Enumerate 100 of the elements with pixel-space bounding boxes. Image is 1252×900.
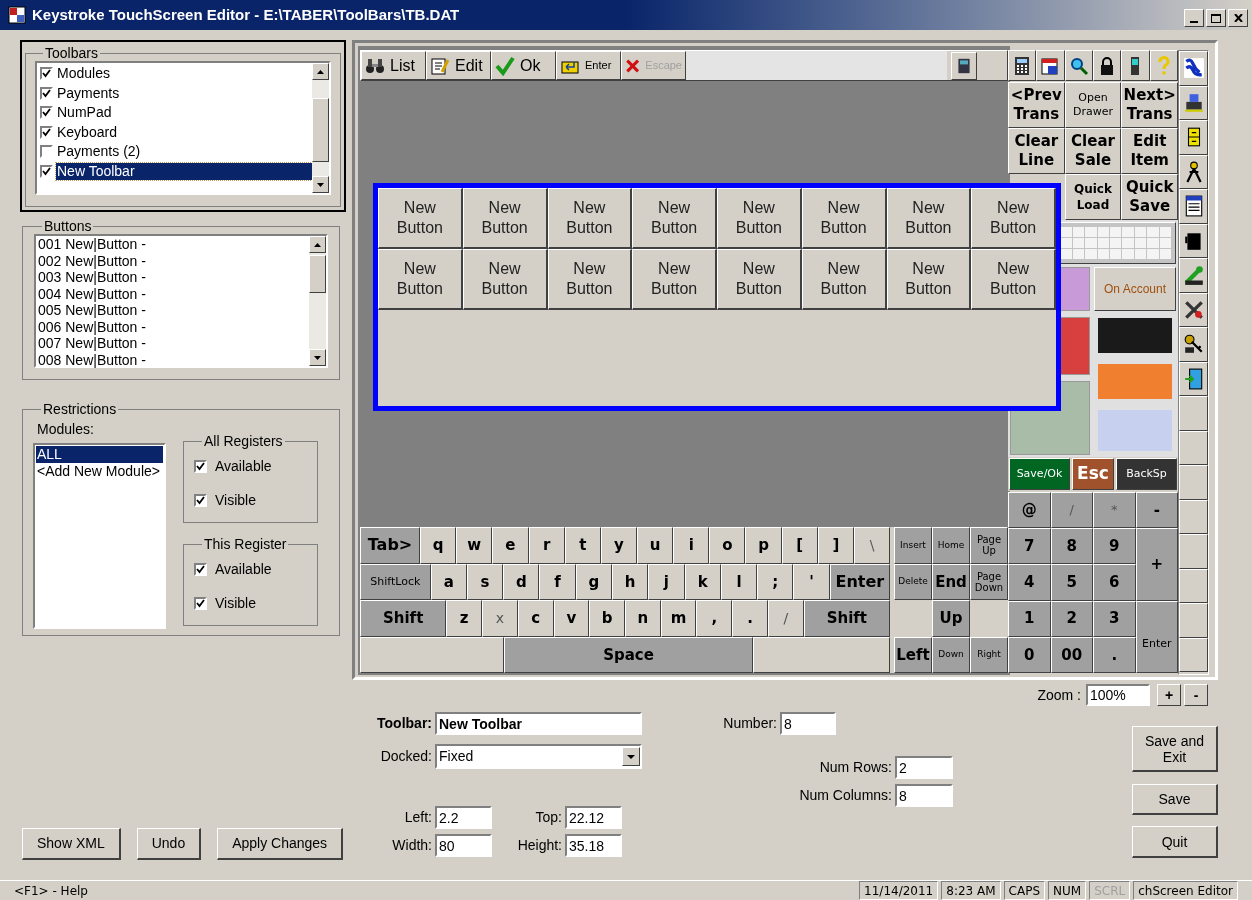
- list-item[interactable]: 004 New|Button -: [38, 285, 309, 302]
- navigation-key[interactable]: Delete: [894, 563, 932, 600]
- scroll-thumb[interactable]: [312, 98, 329, 162]
- keycap[interactable]: c: [517, 600, 554, 637]
- keycap[interactable]: m: [660, 600, 697, 637]
- navigation-key[interactable]: Down: [932, 636, 970, 673]
- navigation-key[interactable]: Right: [970, 636, 1008, 673]
- list-item[interactable]: 006 New|Button -: [38, 318, 309, 335]
- height-field[interactable]: 35.18: [565, 834, 622, 857]
- keycap[interactable]: o: [709, 527, 746, 564]
- numpad-key[interactable]: 3: [1093, 600, 1136, 637]
- phone-button[interactable]: [1121, 50, 1150, 81]
- side-icon-button[interactable]: [1179, 258, 1208, 293]
- side-icon-button[interactable]: [1179, 327, 1208, 362]
- close-button[interactable]: [1228, 9, 1248, 27]
- toolbar-item-button[interactable]: New Button: [717, 249, 802, 310]
- toolbar-item-button[interactable]: New Button: [462, 249, 548, 310]
- keycap[interactable]: v: [553, 600, 590, 637]
- width-field[interactable]: 80: [435, 834, 492, 857]
- padlock-button[interactable]: [1093, 50, 1122, 81]
- toolbar-button[interactable]: List: [361, 51, 426, 80]
- module-button[interactable]: Quick Save: [1121, 174, 1178, 220]
- scroll-down-button[interactable]: [309, 349, 326, 366]
- numpad-key[interactable]: -: [1135, 492, 1178, 529]
- list-item[interactable]: Payments: [56, 84, 312, 102]
- toolbar-name-field[interactable]: New Toolbar: [435, 712, 642, 735]
- docked-dropdown[interactable]: Fixed: [435, 744, 642, 769]
- keycap[interactable]: j: [648, 563, 685, 600]
- checkbox[interactable]: [194, 562, 207, 576]
- function-key[interactable]: BackSp: [1116, 458, 1177, 490]
- action-button[interactable]: Show XML: [22, 828, 121, 860]
- numpad-key[interactable]: .: [1093, 636, 1136, 673]
- function-key[interactable]: Save/Ok: [1009, 458, 1070, 490]
- toolbar-button[interactable]: Enter: [556, 51, 621, 80]
- side-icon-button[interactable]: [1179, 120, 1208, 155]
- numpad-key[interactable]: 00: [1050, 636, 1093, 673]
- help-button[interactable]: [1149, 50, 1178, 81]
- numpad-key[interactable]: 2: [1050, 600, 1093, 637]
- number-field[interactable]: 8: [780, 712, 836, 735]
- keycap[interactable]: b: [589, 600, 625, 637]
- scroll-up-button[interactable]: [309, 236, 326, 253]
- toolbar-item-button[interactable]: New Button: [971, 249, 1056, 310]
- toolbar-item-button[interactable]: New Button: [717, 188, 802, 249]
- module-button[interactable]: Clear Line: [1008, 128, 1065, 174]
- zoom-button[interactable]: +: [1157, 684, 1181, 706]
- checkbox[interactable]: [194, 596, 207, 610]
- module-button[interactable]: Edit Item: [1121, 128, 1178, 174]
- side-icon-button[interactable]: [1179, 51, 1208, 86]
- checkbox[interactable]: [40, 164, 53, 178]
- keycap[interactable]: i: [673, 527, 710, 564]
- numpad-key[interactable]: +: [1135, 528, 1178, 601]
- module-button[interactable]: Quick Load: [1064, 174, 1122, 220]
- list-item[interactable]: 003 New|Button -: [38, 269, 309, 286]
- side-icon-button[interactable]: [1179, 154, 1208, 189]
- keycap[interactable]: w: [456, 527, 493, 564]
- calendar-button[interactable]: [1036, 50, 1065, 81]
- numpad-key[interactable]: 0: [1008, 636, 1051, 673]
- numpad-key[interactable]: 5: [1050, 564, 1093, 601]
- device-button[interactable]: [951, 51, 977, 80]
- list-item[interactable]: 007 New|Button -: [38, 335, 309, 352]
- checkbox[interactable]: [194, 459, 207, 473]
- toolbar-item-button[interactable]: New Button: [801, 188, 887, 249]
- navigation-key[interactable]: Left: [894, 636, 932, 673]
- keycap[interactable]: Enter: [829, 563, 890, 600]
- numpad-key[interactable]: 9: [1093, 528, 1136, 565]
- keycap[interactable]: ,: [696, 600, 733, 637]
- list-item[interactable]: Payments (2): [56, 143, 312, 161]
- module-button[interactable]: Clear Sale: [1064, 128, 1122, 174]
- toolbar-item-button[interactable]: New Button: [632, 249, 717, 310]
- keycap[interactable]: q: [420, 527, 457, 564]
- scrollbar[interactable]: [312, 63, 329, 193]
- keycap[interactable]: x: [482, 600, 518, 637]
- keycap[interactable]: u: [637, 527, 674, 564]
- toolbar-item-button[interactable]: New Button: [886, 249, 972, 310]
- toolbar-item-button[interactable]: New Button: [462, 188, 548, 249]
- numpad-key[interactable]: @: [1008, 492, 1051, 529]
- toolbar-button[interactable]: Edit: [426, 51, 491, 80]
- keycap[interactable]: Shift: [360, 600, 447, 637]
- side-button[interactable]: Save: [1132, 784, 1218, 815]
- module-button[interactable]: <Prev Trans: [1008, 82, 1065, 128]
- calculator-button[interactable]: [1008, 50, 1037, 81]
- keycap[interactable]: z: [446, 600, 483, 637]
- numpad-key[interactable]: 7: [1008, 528, 1051, 565]
- navigation-key[interactable]: Insert: [894, 527, 932, 564]
- keycap[interactable]: /: [767, 600, 804, 637]
- keycap[interactable]: e: [492, 527, 529, 564]
- toolbar-item-button[interactable]: New Button: [971, 188, 1056, 249]
- navigation-key[interactable]: Home: [932, 527, 970, 564]
- side-icon-button[interactable]: [1179, 85, 1208, 120]
- toolbar-item-button[interactable]: New Button: [632, 188, 717, 249]
- module-button[interactable]: Open Drawer: [1064, 82, 1122, 128]
- keycap[interactable]: ]: [817, 527, 854, 564]
- list-item[interactable]: New Toolbar: [56, 162, 312, 180]
- keycap[interactable]: [: [781, 527, 818, 564]
- module-list[interactable]: ALL <Add New Module>: [33, 443, 166, 629]
- toolbar-item-button[interactable]: New Button: [886, 188, 972, 249]
- list-item[interactable]: 008 New|Button -: [38, 351, 309, 368]
- num-rows-field[interactable]: 2: [895, 756, 953, 779]
- top-field[interactable]: 22.12: [565, 806, 622, 829]
- keycap[interactable]: Tab>: [360, 527, 421, 564]
